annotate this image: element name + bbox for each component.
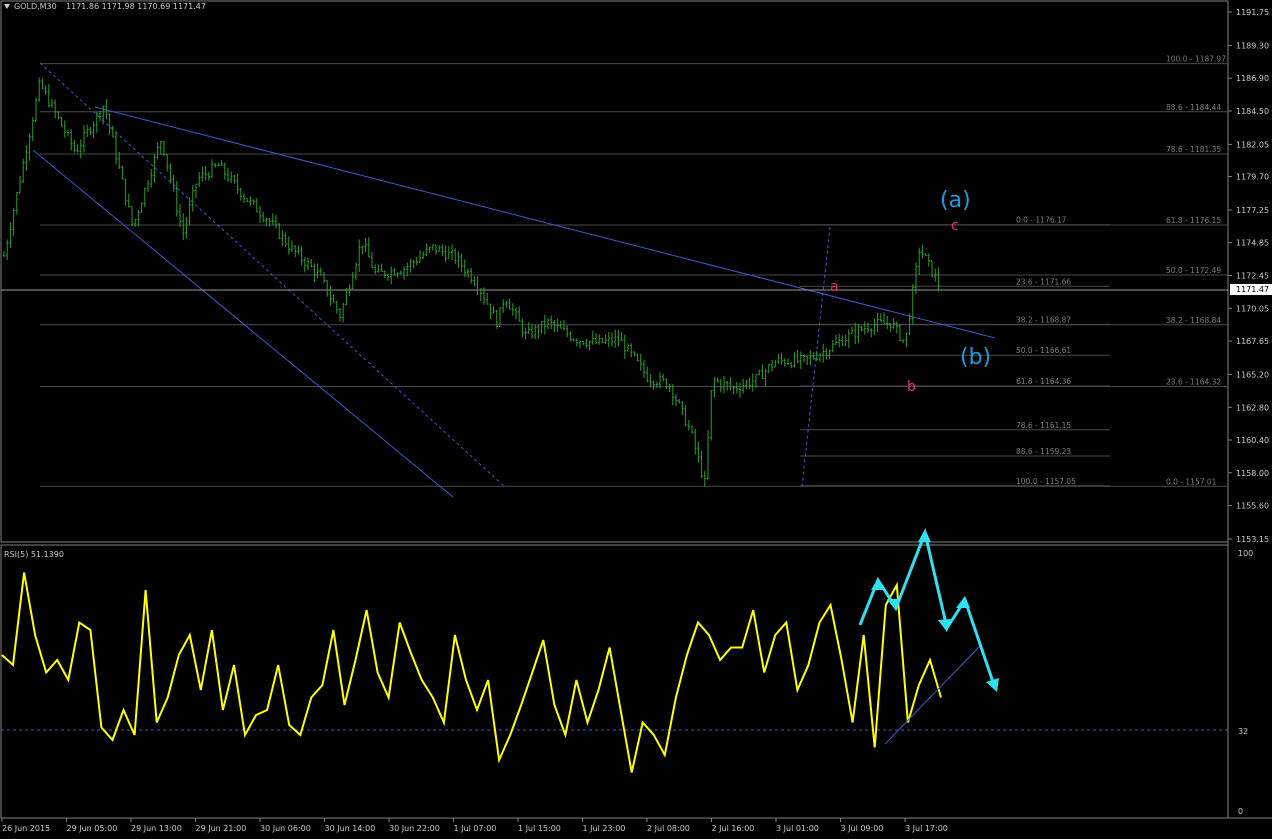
fib-level-label-right: 50.0 - 1166.61 <box>1016 346 1071 355</box>
price-tick-label: 1182.05 <box>1236 140 1269 149</box>
price-tick-label: 1191.75 <box>1236 8 1269 17</box>
time-tick-label: 3 Jul 09:00 <box>841 824 884 833</box>
wave-label-b: b <box>907 379 916 395</box>
time-tick-label: 30 Jun 06:00 <box>260 824 311 833</box>
price-tick-label: 1153.15 <box>1236 535 1269 544</box>
price-tick-label: 1165.20 <box>1236 370 1269 379</box>
price-tick-label: 1184.50 <box>1236 107 1269 116</box>
wave-label-a-big: (a) <box>940 188 971 213</box>
fib-level-label-right: 78.6 - 1161.15 <box>1016 421 1071 430</box>
fib-level-label-right: 38.2 - 1168.87 <box>1016 315 1071 324</box>
price-tick-label: 1186.90 <box>1236 74 1269 83</box>
price-tick-label: 1158.00 <box>1236 469 1269 478</box>
fib-level-label-right: 23.6 - 1171.66 <box>1016 277 1071 286</box>
time-tick-label: 30 Jun 22:00 <box>389 824 440 833</box>
time-tick-label: 2 Jul 08:00 <box>647 824 690 833</box>
time-tick-label: 1 Jul 07:00 <box>454 824 497 833</box>
price-tick-label: 1160.40 <box>1236 436 1269 445</box>
symbol-header: GOLD,M30 <box>14 2 57 11</box>
fib-level-label-left: 88.6 - 1184.44 <box>1166 103 1221 112</box>
fib-level-label-left: 0.0 - 1157.01 <box>1166 477 1217 486</box>
fib-level-label-left: 50.0 - 1172.49 <box>1166 266 1221 275</box>
price-tick-label: 1177.25 <box>1236 206 1269 215</box>
fib-level-label-right: 88.6 - 1159.23 <box>1016 447 1071 456</box>
price-tick-label: 1170.05 <box>1236 304 1269 313</box>
time-tick-label: 2 Jul 16:00 <box>712 824 755 833</box>
fib-level-label-right: 0.0 - 1176.17 <box>1016 216 1067 225</box>
fib-level-label-right: 61.8 - 1164.36 <box>1016 377 1071 386</box>
rsi-header: RSI(5) 51.1390 <box>4 550 64 559</box>
fib-level-label-left: 100.0 - 1187.97 <box>1166 55 1226 64</box>
rsi-tick-0: 0 <box>1238 807 1243 816</box>
rsi-tick-100: 100 <box>1238 549 1253 558</box>
time-tick-label: 30 Jun 14:00 <box>325 824 376 833</box>
price-tick-label: 1189.30 <box>1236 41 1269 50</box>
fib-level-label-left: 78.6 - 1181.35 <box>1166 145 1221 154</box>
chart-background <box>0 0 1272 839</box>
time-tick-label: 3 Jul 17:00 <box>905 824 948 833</box>
wave-label-b-big: (b) <box>960 345 991 370</box>
price-tick-label: 1172.45 <box>1236 272 1269 281</box>
time-tick-label: 1 Jul 15:00 <box>518 824 561 833</box>
fib-level-label-right: 100.0 - 1157.05 <box>1016 477 1076 486</box>
rsi-tick-32: 32 <box>1238 727 1248 736</box>
current-price-label: 1171.47 <box>1236 285 1269 294</box>
time-tick-label: 29 Jun 13:00 <box>131 824 182 833</box>
time-tick-label: 29 Jun 05:00 <box>67 824 118 833</box>
time-tick-label: 3 Jul 01:00 <box>776 824 819 833</box>
time-tick-label: 29 Jun 21:00 <box>196 824 247 833</box>
ohlc-values: 1171.86 1171.98 1170.69 1171.47 <box>66 2 206 11</box>
wave-label-a: a <box>830 279 839 295</box>
fib-level-label-left: 23.6 - 1164.32 <box>1166 377 1221 386</box>
fib-level-label-left: 61.8 - 1176.15 <box>1166 216 1221 225</box>
price-tick-label: 1162.80 <box>1236 403 1269 412</box>
trading-chart[interactable]: GOLD,M30 1171.86 1171.98 1170.69 1171.47… <box>0 0 1272 839</box>
price-tick-label: 1174.85 <box>1236 239 1269 248</box>
fib-level-label-left: 38.2 - 1168.84 <box>1166 316 1221 325</box>
wave-label-c: c <box>951 218 959 234</box>
time-tick-label: 1 Jul 23:00 <box>583 824 626 833</box>
price-tick-label: 1179.70 <box>1236 173 1269 182</box>
time-tick-label: 26 Jun 2015 <box>2 824 50 833</box>
price-tick-label: 1155.60 <box>1236 502 1269 511</box>
price-tick-label: 1167.65 <box>1236 337 1269 346</box>
